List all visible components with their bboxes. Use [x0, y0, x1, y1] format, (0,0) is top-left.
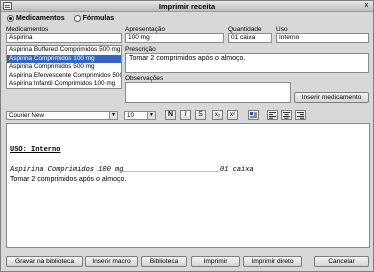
prescricao-textarea[interactable]: Tomar 2 comprimidos após o almoço.: [125, 53, 369, 73]
editor-medication-line: Aspirina Comprimidos 100 mg_____________…: [10, 166, 254, 174]
prescription-editor[interactable]: USO: Interno Aspirina Comprimidos 100 mg…: [6, 123, 370, 248]
align-left-button[interactable]: [267, 110, 278, 120]
library-button[interactable]: Biblioteca: [141, 256, 187, 267]
prescricao-label: Prescrição: [125, 46, 156, 53]
radio-medicamentos[interactable]: Medicamentos: [7, 15, 65, 22]
editor-uso-line: USO: Interno: [10, 146, 61, 154]
list-item[interactable]: Aspirina Buffered Comprimidos 500 mg: [7, 46, 121, 55]
subscript-button[interactable]: x₂: [212, 110, 223, 120]
editor-prescription-line: Tomar 2 comprimidos após o almoço.: [10, 176, 127, 183]
medicamentos-label: Medicamentos: [6, 26, 49, 33]
uso-field[interactable]: Interno: [276, 33, 369, 43]
close-button[interactable]: x: [362, 2, 371, 10]
uso-label: Uso: [276, 26, 288, 33]
list-item-selected[interactable]: Aspirina Comprimidos 100 mg: [7, 54, 121, 63]
window-title: Imprimir receita: [158, 2, 216, 11]
align-left-icon: [269, 112, 276, 119]
radio-selected-icon: [7, 15, 14, 22]
align-right-icon: [297, 112, 304, 119]
list-item[interactable]: Aspirina Comprimidos 500 mg: [7, 63, 121, 72]
radio-formulas[interactable]: Fórmulas: [73, 15, 115, 22]
observacoes-textarea[interactable]: [125, 82, 291, 103]
radio-unselected-icon: [73, 15, 81, 22]
print-button[interactable]: Imprimir: [191, 256, 240, 267]
strike-button[interactable]: S: [195, 110, 206, 120]
quantidade-label: Quantidade: [228, 26, 262, 33]
chevron-down-icon: ▼: [109, 112, 117, 119]
mode-selector: Medicamentos Fórmulas: [7, 15, 114, 22]
bold-button[interactable]: N: [165, 110, 176, 120]
align-center-icon: [283, 112, 290, 119]
save-to-library-button[interactable]: Gravar na biblioteca: [6, 256, 83, 267]
observacoes-label: Observações: [125, 75, 164, 82]
quantidade-field[interactable]: 01 caixa: [228, 33, 272, 43]
list-item[interactable]: Aspirina Efervescente Comprimidos 500: [7, 72, 121, 81]
cancel-button[interactable]: Cancelar: [314, 256, 369, 267]
italic-button[interactable]: I: [180, 110, 191, 120]
paragraph-format-button[interactable]: [248, 110, 259, 120]
superscript-button[interactable]: x²: [227, 110, 238, 120]
medication-search-input[interactable]: Aspirina: [6, 33, 122, 43]
apresentacao-field[interactable]: 100 mg: [125, 33, 224, 43]
radio-formulas-label: Fórmulas: [82, 15, 115, 22]
insert-macro-button[interactable]: Inserir macro: [85, 256, 138, 267]
medication-list[interactable]: Aspirina Buffered Comprimidos 500 mg Asp…: [6, 45, 122, 89]
font-size-value: 10: [127, 112, 135, 119]
apresentacao-label: Apresentação: [125, 26, 166, 33]
print-prescription-window: Imprimir receita x Medicamentos Fórmulas…: [0, 0, 374, 272]
print-direct-button[interactable]: Imprimir direto: [243, 256, 302, 267]
list-item[interactable]: Aspirina Infantil Comprimidos 100 mg: [7, 80, 121, 89]
font-size-select[interactable]: 10 ▼: [124, 111, 156, 120]
font-family-select[interactable]: Courier New ▼: [6, 111, 118, 120]
align-right-button[interactable]: [295, 110, 306, 120]
align-center-button[interactable]: [281, 110, 292, 120]
title-bar[interactable]: Imprimir receita x: [1, 1, 373, 12]
insert-medication-button[interactable]: Inserir medicamento: [294, 92, 369, 103]
radio-medicamentos-label: Medicamentos: [16, 15, 65, 22]
chevron-down-icon: ▼: [147, 112, 155, 119]
paragraph-icon: [250, 112, 257, 118]
font-family-value: Courier New: [9, 112, 44, 119]
